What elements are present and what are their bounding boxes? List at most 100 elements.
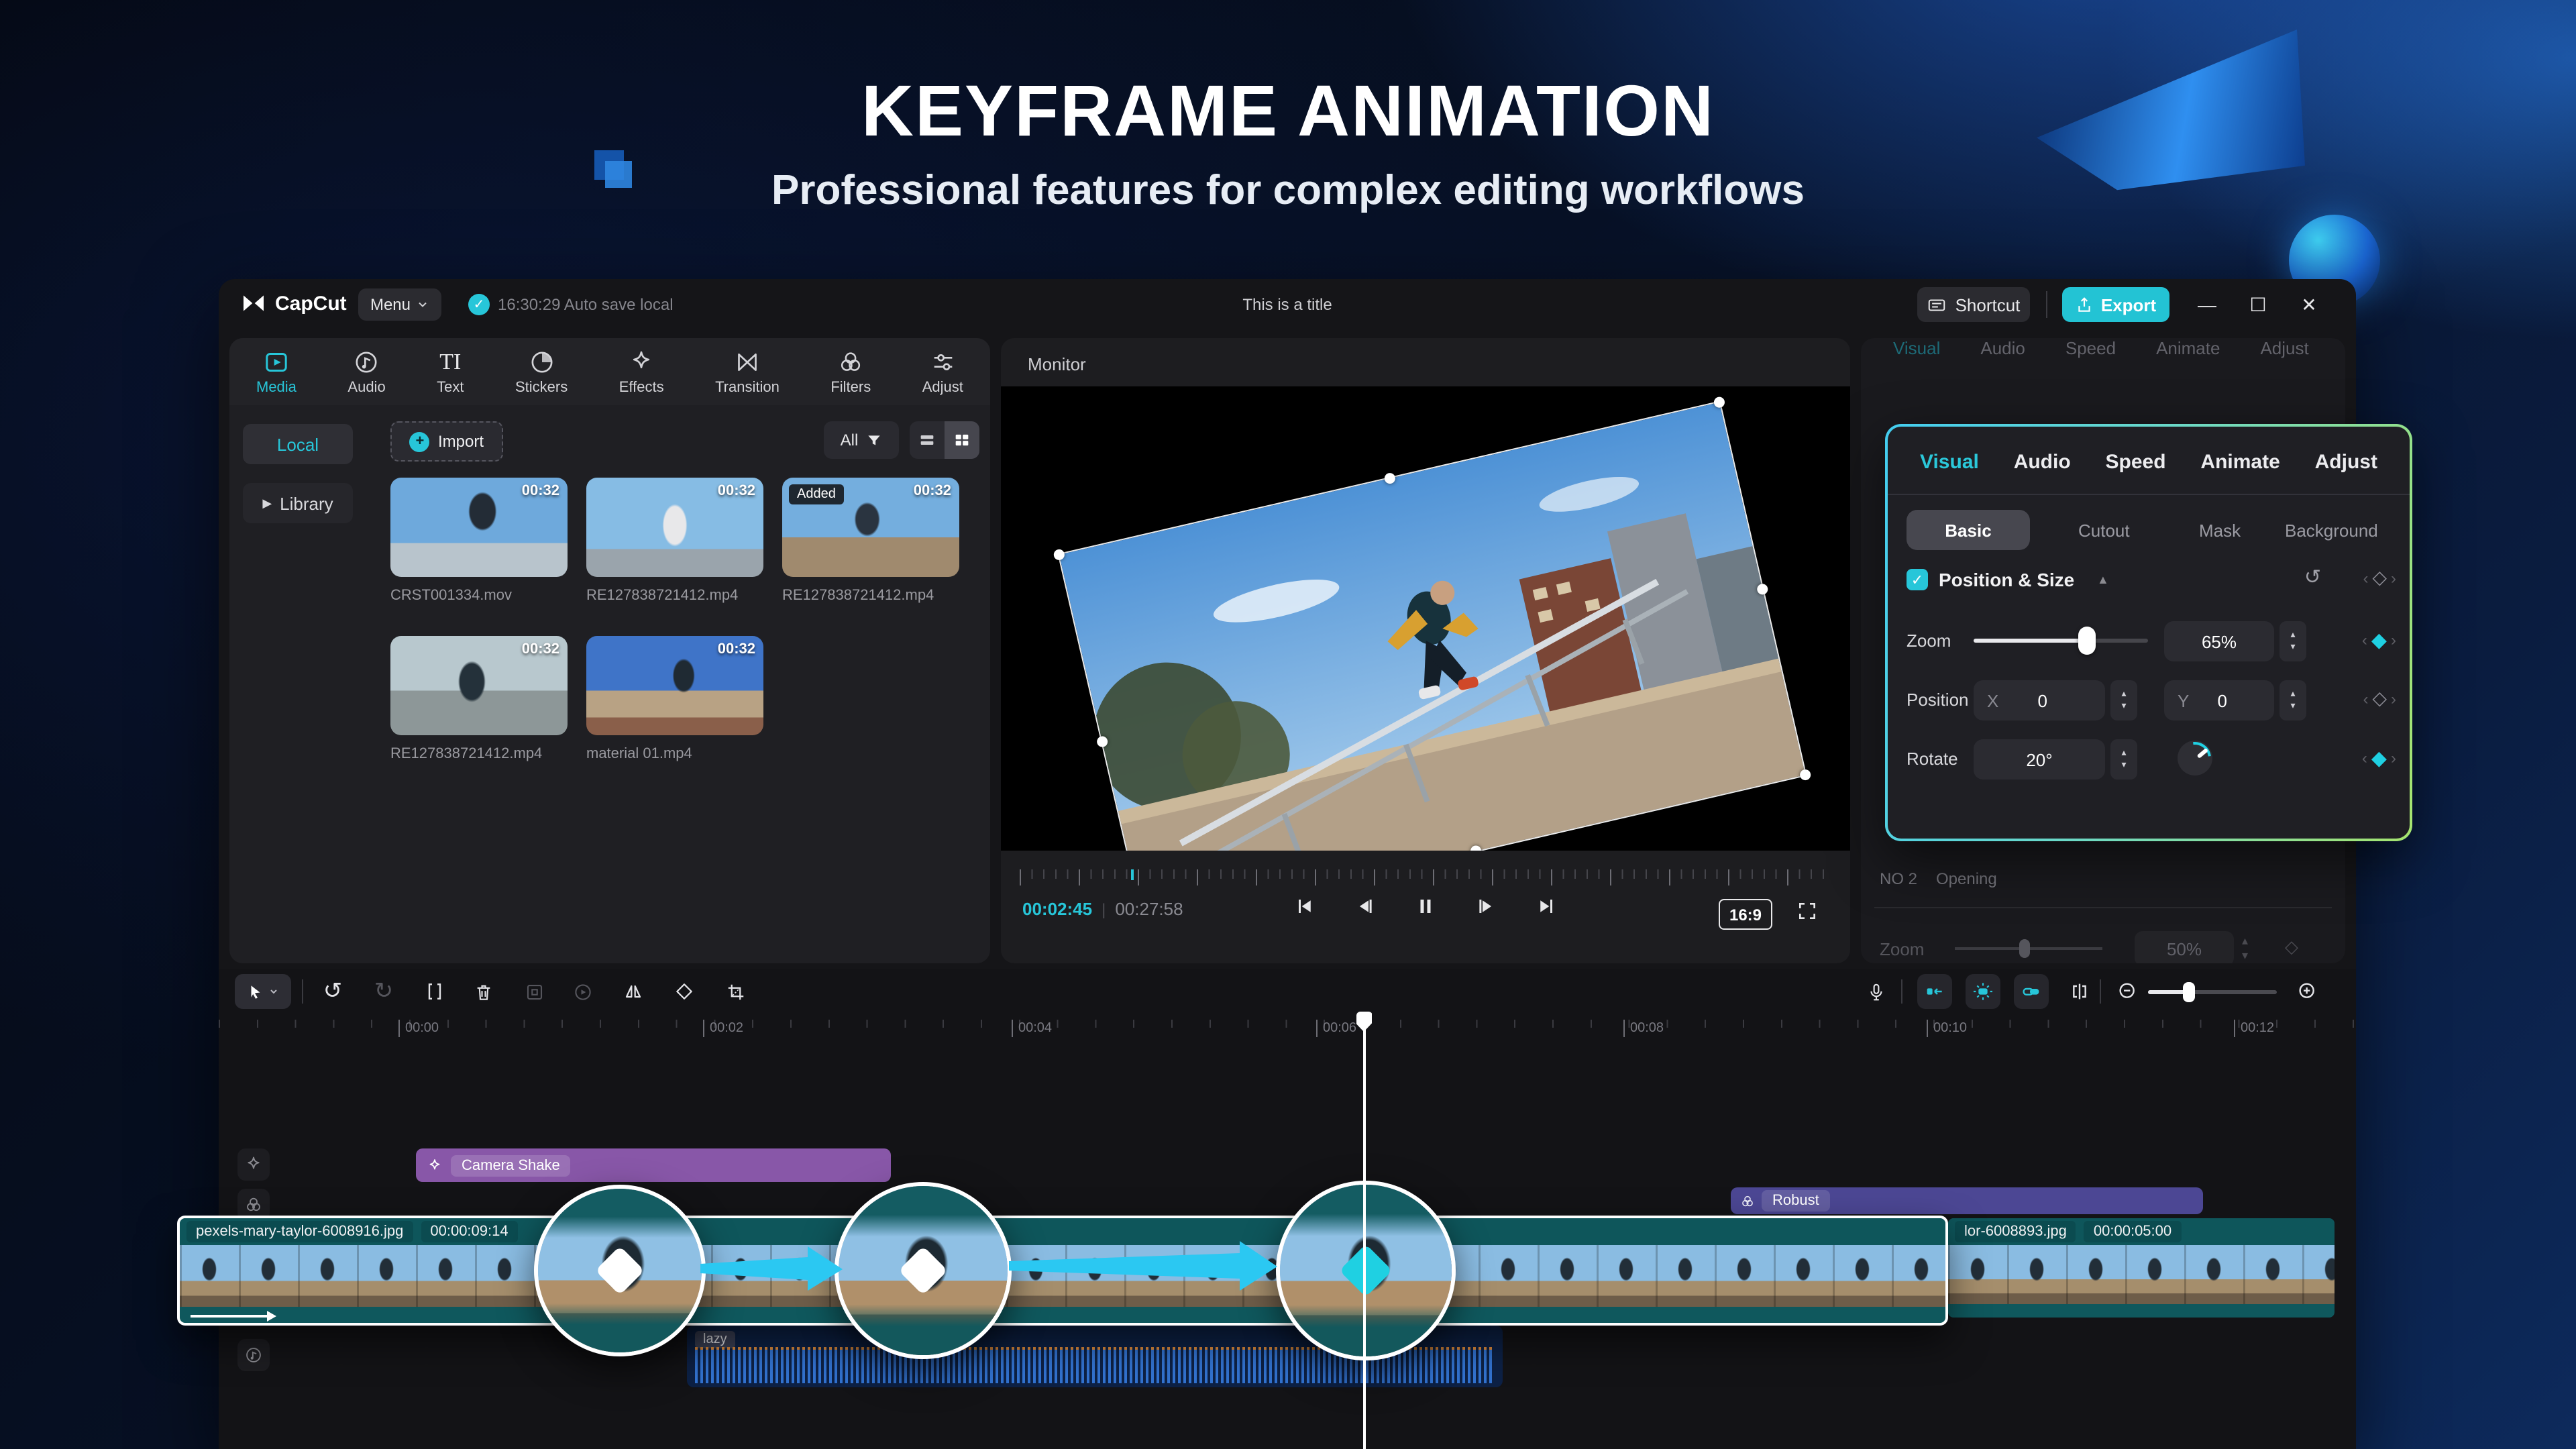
media-item-name: material 01.mp4	[586, 746, 692, 762]
position-x-stepper[interactable]: ▴ ▾	[2110, 680, 2137, 720]
timeline-zoom-slider-knob[interactable]	[2183, 982, 2195, 1002]
media-item-thumbnail[interactable]: 00:32	[586, 478, 763, 577]
minimize-button[interactable]: —	[2194, 294, 2220, 315]
delete-button[interactable]	[468, 977, 498, 1006]
prev-keyframe-icon[interactable]: ‹	[2362, 631, 2367, 649]
prev-keyframe-icon[interactable]: ‹	[2362, 749, 2367, 767]
select-tool-button[interactable]	[235, 974, 291, 1009]
zoom-out-button[interactable]	[2113, 977, 2143, 1006]
zoom-slider-knob[interactable]	[2078, 627, 2096, 655]
tab-speed-dim[interactable]: Speed	[2065, 338, 2116, 358]
tab-audio[interactable]: Audio	[347, 348, 386, 395]
next-keyframe-icon[interactable]: ›	[2391, 568, 2396, 587]
record-voiceover-button[interactable]	[1861, 977, 1890, 1006]
position-size-checkbox[interactable]: ✓	[1907, 569, 1928, 590]
filter-clip[interactable]: Robust	[1731, 1187, 2203, 1214]
rotate-dial[interactable]	[2178, 741, 2212, 775]
playhead-handle[interactable]	[1356, 1012, 1372, 1032]
magnetic-snap-toggle[interactable]	[1917, 974, 1952, 1009]
tab-filters[interactable]: Filters	[830, 348, 871, 395]
pause-button[interactable]	[1415, 896, 1436, 916]
tab-text[interactable]: TI Text	[437, 348, 464, 395]
position-y-stepper[interactable]: ▴ ▾	[2279, 680, 2306, 720]
rotate-stepper[interactable]: ▴ ▾	[2110, 739, 2137, 780]
timeline-ruler[interactable]	[219, 1020, 2356, 1028]
collapse-caret-icon[interactable]: ▲	[2097, 573, 2109, 586]
keyframe-diamond-active-icon[interactable]: ◆	[2371, 628, 2387, 652]
source-local-button[interactable]: Local	[243, 424, 353, 464]
position-x-field[interactable]: X 0	[1974, 680, 2105, 720]
position-y-field[interactable]: Y 0	[2164, 680, 2274, 720]
split-button[interactable]	[420, 977, 449, 1006]
keyframe-diamond-active-icon[interactable]: ◆	[2371, 746, 2387, 770]
media-item-thumbnail[interactable]: 00:32	[390, 478, 568, 577]
zoom-in-button[interactable]	[2293, 977, 2322, 1006]
crop-button[interactable]	[720, 977, 750, 1006]
media-item-thumbnail[interactable]: 00:32	[390, 636, 568, 735]
tab-speed[interactable]: Speed	[2106, 450, 2166, 473]
preview-clip-transform-box[interactable]	[1053, 396, 1812, 851]
keyframe-diamond-outline-icon[interactable]: ◇	[2372, 566, 2387, 589]
tab-adjust[interactable]: Adjust	[2315, 450, 2377, 473]
tab-stickers[interactable]: Stickers	[515, 348, 568, 395]
tab-audio-dim[interactable]: Audio	[1980, 338, 2025, 358]
link-toggle[interactable]	[2014, 974, 2049, 1009]
tab-visual[interactable]: Visual	[1920, 450, 1979, 473]
tab-adjust[interactable]: Adjust	[922, 348, 963, 395]
next-keyframe-icon[interactable]: ›	[2391, 631, 2396, 649]
subtab-cutout[interactable]: Cutout	[2078, 510, 2130, 550]
zoom-stepper[interactable]: ▴ ▾	[2279, 621, 2306, 661]
next-keyframe-icon[interactable]: ›	[2391, 749, 2396, 767]
maximize-button[interactable]: ☐	[2245, 294, 2271, 317]
freeze-frame-button[interactable]	[568, 977, 597, 1006]
tab-transition[interactable]: Transition	[715, 348, 780, 395]
effect-track-icon[interactable]	[237, 1148, 270, 1181]
export-button[interactable]: Export	[2062, 287, 2169, 322]
reset-icon[interactable]: ↺	[2304, 565, 2321, 589]
tab-animate-dim[interactable]: Animate	[2156, 338, 2220, 358]
media-item-thumbnail[interactable]: 00:32	[586, 636, 763, 735]
tab-effects[interactable]: Effects	[619, 348, 664, 395]
keyframe-diamond-outline-icon[interactable]: ◇	[2372, 687, 2387, 710]
undo-button[interactable]: ↺	[318, 977, 347, 1006]
next-keyframe-icon[interactable]: ›	[2391, 689, 2396, 708]
split-view-button[interactable]	[2065, 977, 2094, 1006]
subtab-background[interactable]: Background	[2285, 510, 2378, 550]
step-back-button[interactable]	[1355, 896, 1375, 916]
aspect-ratio-button[interactable]: 16:9	[1719, 899, 1772, 930]
effect-clip[interactable]: Camera Shake	[416, 1148, 891, 1182]
filter-all-button[interactable]: All	[824, 421, 899, 459]
source-library-button[interactable]: ▶ Library	[243, 483, 353, 523]
tab-animate[interactable]: Animate	[2200, 450, 2279, 473]
fullscreen-button[interactable]	[1796, 900, 1818, 922]
skip-start-button[interactable]	[1295, 896, 1315, 916]
rotate-value-field[interactable]: 20°	[1974, 739, 2105, 780]
tab-audio[interactable]: Audio	[2014, 450, 2071, 473]
prev-keyframe-icon[interactable]: ‹	[2363, 689, 2368, 708]
media-item-thumbnail[interactable]: Added 00:32	[782, 478, 959, 577]
close-button[interactable]: ✕	[2296, 294, 2322, 317]
audio-track-icon[interactable]	[237, 1339, 270, 1371]
transform-handle[interactable]	[1799, 768, 1812, 782]
import-button[interactable]: + Import	[390, 421, 503, 462]
shortcut-button[interactable]: Shortcut	[1917, 287, 2030, 322]
zoom-value-field[interactable]: 65%	[2164, 621, 2274, 661]
grid-view-button[interactable]	[945, 421, 979, 459]
mask-button[interactable]	[519, 977, 549, 1006]
ruler-label: 00:06	[1316, 1020, 1356, 1037]
video-clip[interactable]: lor-6008893.jpg 00:00:05:00	[1948, 1218, 2334, 1318]
prev-keyframe-icon[interactable]: ‹	[2363, 568, 2368, 587]
tab-visual-dim[interactable]: Visual	[1893, 338, 1940, 358]
list-view-button[interactable]	[910, 421, 945, 459]
mirror-button[interactable]	[619, 977, 648, 1006]
skip-end-button[interactable]	[1536, 896, 1556, 916]
auto-preview-toggle[interactable]	[1966, 974, 2000, 1009]
tab-adjust-dim[interactable]: Adjust	[2260, 338, 2308, 358]
rotate-button[interactable]	[669, 977, 699, 1006]
step-forward-button[interactable]	[1476, 896, 1496, 916]
subtab-mask[interactable]: Mask	[2199, 510, 2241, 550]
redo-button[interactable]: ↻	[369, 977, 398, 1006]
tab-media[interactable]: Media	[256, 348, 297, 395]
subtab-basic[interactable]: Basic	[1907, 510, 2030, 550]
playhead-line[interactable]	[1363, 1022, 1365, 1449]
